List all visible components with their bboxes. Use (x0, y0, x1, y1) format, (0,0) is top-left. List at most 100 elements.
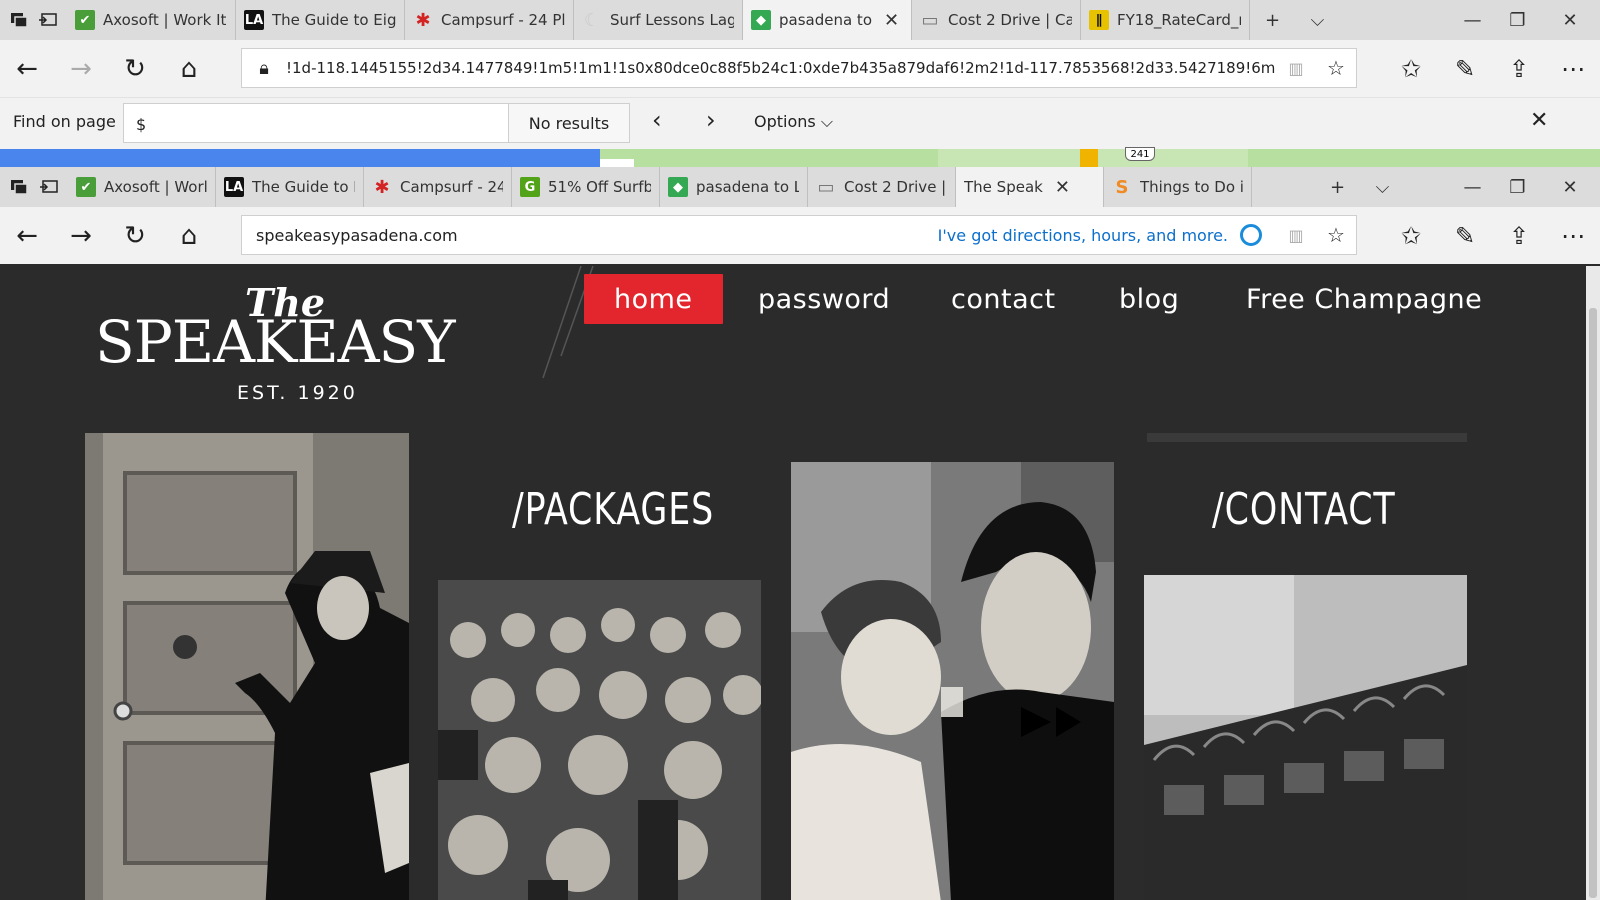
photo-couple-drinking[interactable] (791, 462, 1114, 900)
reading-view-icon[interactable]: ▥ (1276, 226, 1316, 245)
moon-icon: ☾ (583, 9, 601, 31)
lock-icon: 🔒︎ (259, 57, 269, 79)
front-tab-1[interactable]: LA The Guide to I (216, 167, 364, 207)
page-scrollbar[interactable] (1586, 266, 1600, 900)
nav-free-champagne[interactable]: Free Champagne (1246, 274, 1482, 324)
find-close-button[interactable]: ✕ (1530, 108, 1548, 133)
close-tab-icon[interactable]: ✕ (884, 10, 899, 31)
tab-set-aside-icon[interactable] (4, 0, 34, 40)
restore-button[interactable]: ❐ (1495, 10, 1540, 31)
front-tab-6[interactable]: The Speak ✕ (956, 167, 1104, 207)
share-icon[interactable]: ⇪ (1492, 40, 1546, 97)
back-tab-0[interactable]: ✔ Axosoft | Work It (67, 0, 236, 40)
tabs-aside-icon[interactable] (34, 0, 64, 40)
front-address-text[interactable]: speakeasypasadena.com (242, 226, 938, 245)
favorite-star-icon[interactable]: ☆ (1316, 56, 1356, 80)
favorites-hub-icon[interactable]: ✩ (1384, 40, 1438, 97)
groupon-icon: G (520, 177, 540, 197)
packages-heading[interactable]: /PACKAGES (512, 484, 714, 535)
find-on-page-bar: Find on page $ No results ‹ › Options ⌵ … (0, 97, 1600, 149)
nav-password[interactable]: password (758, 274, 890, 324)
back-tab-title: Surf Lessons Lag (610, 11, 734, 29)
find-input[interactable]: $ (123, 103, 509, 143)
close-tab-icon[interactable]: ✕ (1055, 177, 1070, 198)
favorites-hub-icon[interactable]: ✩ (1384, 207, 1438, 264)
refresh-button[interactable]: ↻ (108, 40, 162, 97)
find-next-button[interactable]: › (706, 106, 716, 134)
new-tab-button[interactable]: + (1315, 177, 1360, 198)
home-button[interactable]: ⌂ (162, 40, 216, 97)
restore-button[interactable]: ❐ (1495, 177, 1540, 198)
forward-button[interactable]: → (54, 207, 108, 264)
nav-contact[interactable]: contact (951, 274, 1056, 324)
scrollbar-thumb[interactable] (1589, 308, 1597, 898)
front-tab-title: The Guide to I (252, 178, 355, 196)
front-tab-5[interactable]: ▭ Cost 2 Drive | (808, 167, 956, 207)
back-nav-bar: ← → ↻ ⌂ 🔒︎ !1d-118.1445155!2d34.1477849!… (0, 40, 1600, 97)
front-tab-2[interactable]: ✱ Campsurf - 24 (364, 167, 512, 207)
home-button[interactable]: ⌂ (162, 207, 216, 264)
front-tab-3[interactable]: G 51% Off Surfb (512, 167, 660, 207)
more-menu-icon[interactable]: ⋯ (1546, 207, 1600, 264)
refresh-button[interactable]: ↻ (108, 207, 162, 264)
new-tab-button[interactable]: + (1250, 10, 1295, 31)
front-tab-title: 51% Off Surfb (548, 178, 651, 196)
tabs-aside-icon[interactable] (34, 167, 64, 207)
photo-switchboard[interactable] (1144, 575, 1467, 900)
back-tab-5[interactable]: ▭ Cost 2 Drive | Cal (912, 0, 1081, 40)
google-maps-icon: ◆ (668, 177, 688, 197)
favorite-star-icon[interactable]: ☆ (1316, 223, 1356, 247)
back-tab-3[interactable]: ☾ Surf Lessons Lag (574, 0, 743, 40)
find-results-text: No results (528, 113, 610, 133)
nav-home[interactable]: home (584, 274, 723, 324)
close-window-button[interactable]: ✕ (1540, 177, 1600, 198)
axosoft-icon: ✔ (76, 177, 96, 197)
back-address-text[interactable]: !1d-118.1445155!2d34.1477849!1m5!1m1!1s0… (286, 59, 1276, 77)
back-tab-2[interactable]: ✱ Campsurf - 24 Pl (405, 0, 574, 40)
cortana-hint[interactable]: I've got directions, hours, and more. (938, 226, 1228, 245)
logo-name: SPEAKEASY (95, 308, 456, 376)
front-tab-strip: ✔ Axosoft | Worl LA The Guide to I ✱ Campsurf… (0, 167, 1600, 207)
site-logo[interactable]: The SPEAKEASY EST. 1920 (95, 280, 515, 410)
back-tab-4[interactable]: ◆ pasadena to ✕ (743, 0, 912, 40)
notes-pen-icon[interactable]: ✎ (1438, 207, 1492, 264)
minimize-button[interactable]: — (1450, 177, 1495, 198)
top-edge-image-strip (1147, 433, 1467, 442)
front-tab-4[interactable]: ◆ pasadena to L (660, 167, 808, 207)
switchboard-image (1144, 575, 1467, 900)
back-tab-1[interactable]: LA The Guide to Eig (236, 0, 405, 40)
speakeasy-page: The SPEAKEASY EST. 1920 home password co… (0, 266, 1586, 900)
nav-blog[interactable]: blog (1119, 274, 1179, 324)
page-icon: ▭ (921, 9, 939, 31)
find-label: Find on page (13, 112, 116, 131)
back-button[interactable]: ← (0, 40, 54, 97)
front-tab-0[interactable]: ✔ Axosoft | Worl (68, 167, 216, 207)
find-options-button[interactable]: Options ⌵ (754, 112, 833, 132)
tab-set-aside-icon[interactable] (4, 167, 34, 207)
forward-button[interactable]: → (54, 40, 108, 97)
tab-preview-chevron-icon[interactable]: ⌵ (1360, 177, 1405, 198)
minimize-button[interactable]: — (1450, 10, 1495, 31)
tab-preview-chevron-icon[interactable]: ⌵ (1295, 10, 1340, 31)
close-window-button[interactable]: ✕ (1540, 10, 1600, 31)
front-address-bar[interactable]: speakeasypasadena.com I've got direction… (241, 215, 1357, 255)
find-options-label: Options (754, 112, 816, 131)
find-previous-button[interactable]: ‹ (652, 106, 662, 134)
photo-celebrating-crowd[interactable] (438, 580, 761, 900)
contact-heading[interactable]: /CONTACT (1212, 484, 1396, 535)
photo-door-knock[interactable] (85, 433, 409, 900)
front-tab-7[interactable]: S Things to Do i (1104, 167, 1252, 207)
back-address-bar[interactable]: 🔒︎ !1d-118.1445155!2d34.1477849!1m5!1m1!… (241, 48, 1357, 88)
more-menu-icon[interactable]: ⋯ (1546, 40, 1600, 97)
find-query: $ (136, 115, 147, 134)
back-tab-title: pasadena to (779, 11, 872, 29)
back-tab-6[interactable]: ∥ FY18_RateCard_n (1081, 0, 1250, 40)
la-times-icon: LA (244, 10, 264, 30)
notes-pen-icon[interactable]: ✎ (1438, 40, 1492, 97)
reading-view-icon[interactable]: ▥ (1276, 59, 1316, 78)
highway-number: 241 (1130, 149, 1150, 160)
share-icon[interactable]: ⇪ (1492, 207, 1546, 264)
back-tab-title: Cost 2 Drive | Cal (948, 11, 1072, 29)
cortana-icon[interactable] (1240, 224, 1262, 246)
back-button[interactable]: ← (0, 207, 54, 264)
